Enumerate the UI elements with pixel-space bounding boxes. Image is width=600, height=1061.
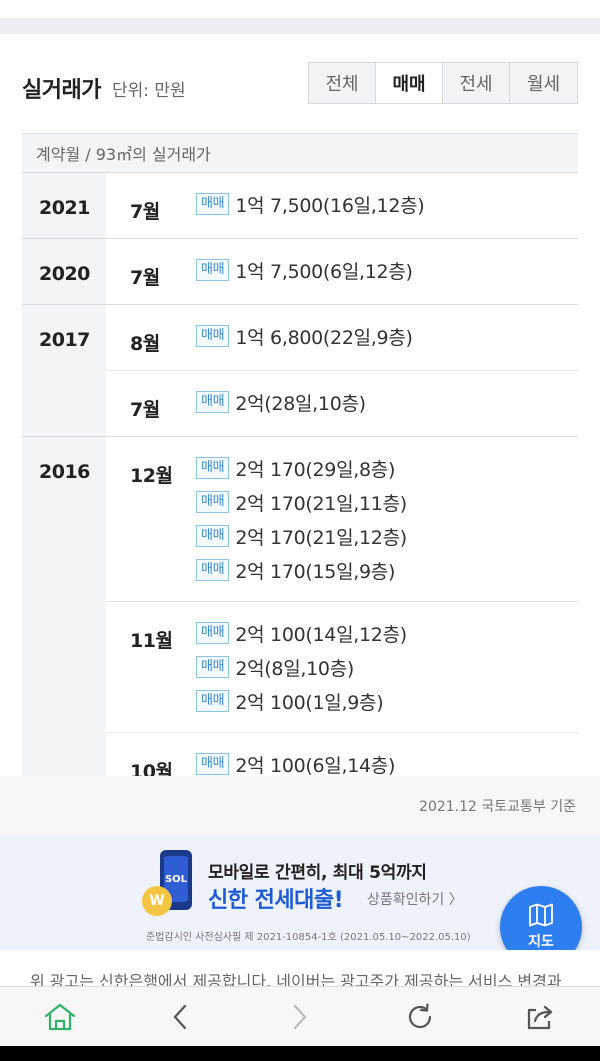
share-icon[interactable] — [522, 1001, 558, 1033]
table-body: 2021 7월 매매 1억 7,500(16일,12층) 2020 7월 매매 1억 7,50… — [22, 173, 578, 799]
trade-item: 매매 2억 100(1일,9층) — [196, 684, 578, 718]
year-group: 2016 12월 매매 2억 170(29일,8층) 매매 2억 170(21일,11층)… — [22, 437, 578, 799]
tab-sale[interactable]: 매매 — [376, 63, 443, 103]
ad-notice: 위 광고는 신한은행에서 제공합니다. 네이버는 광고주가 제공하는 서비스 변… — [0, 950, 600, 986]
month-row: 12월 매매 2억 170(29일,8층) 매매 2억 170(21일,11층) 매매 2억… — [106, 437, 578, 602]
trade-type-badge: 매매 — [196, 491, 230, 513]
section-header: 실거래가 단위: 만원 전체 매매 전세 월세 — [0, 58, 600, 108]
trade-price: 2억 100(6일,14층) — [235, 754, 396, 777]
month-cell: 7월 — [130, 267, 160, 289]
section-title: 실거래가 — [22, 78, 101, 103]
trade-type-badge: 매매 — [196, 622, 230, 644]
year-group: 2020 7월 매매 1억 7,500(6일,12층) — [22, 239, 578, 305]
back-icon[interactable] — [162, 1001, 198, 1033]
trade-type-badge: 매매 — [196, 457, 230, 479]
data-basis: 2021.12 국토교통부 기준 — [0, 776, 600, 834]
trade-type-badge: 매매 — [196, 391, 230, 413]
trade-item: 매매 2억 170(21일,11층) — [196, 485, 578, 519]
trade-price: 2억(28일,10층) — [235, 392, 366, 415]
trade-price: 2억 100(14일,12층) — [235, 623, 407, 646]
trade-type-badge: 매매 — [196, 753, 230, 775]
year-cell: 2021 — [22, 173, 106, 238]
ad-fine-print: 준법감시인 사전심사필 제 2021-10854-1호 (2021.05.10~… — [146, 932, 471, 943]
trade-price: 2억 170(21일,12층) — [235, 526, 407, 549]
trade-item: 매매 1억 7,500(6일,12층) — [196, 253, 578, 287]
year-cell: 2017 — [22, 305, 106, 436]
trade-price: 1억 7,500(16일,12층) — [235, 194, 425, 217]
trade-item: 매매 1억 7,500(16일,12층) — [196, 187, 578, 221]
basis-text: 2021.12 국토교통부 기준 — [419, 799, 576, 815]
trade-item: 매매 2억 170(15일,9층) — [196, 553, 578, 587]
map-icon — [529, 903, 553, 927]
year-group: 2021 7월 매매 1억 7,500(16일,12층) — [22, 173, 578, 239]
refresh-icon[interactable] — [402, 1001, 438, 1033]
trade-item: 매매 1억 6,800(22일,9층) — [196, 319, 578, 353]
year-cell: 2016 — [22, 437, 106, 798]
tab-monthly-rent[interactable]: 월세 — [510, 63, 577, 103]
ad-title: 신한 전세대출! — [208, 888, 344, 913]
system-bar — [0, 1046, 600, 1061]
map-button-label: 지도 — [528, 934, 554, 950]
month-cell: 7월 — [130, 201, 160, 223]
month-row: 11월 매매 2억 100(14일,12층) 매매 2억(8일,10층) 매매 2억 100… — [106, 602, 578, 733]
trade-price: 1억 7,500(6일,12층) — [235, 260, 413, 283]
trade-type-badge: 매매 — [196, 193, 230, 215]
price-table: 계약월 / 93㎡의 실거래가 2021 7월 매매 1억 7,500(16일,12층… — [22, 133, 578, 799]
month-cell: 12월 — [130, 465, 173, 487]
forward-icon — [282, 1001, 318, 1033]
trade-price: 2억 170(29일,8층) — [235, 458, 396, 481]
coin-icon: W — [142, 886, 172, 916]
notice-text: 위 광고는 신한은행에서 제공합니다. 네이버는 광고주가 제공하는 서비스 변… — [30, 972, 562, 986]
ad-product-link[interactable]: 상품확인하기 〉 — [367, 889, 463, 909]
trade-price: 2억 100(1일,9층) — [235, 691, 384, 714]
trade-item: 매매 2억(8일,10층) — [196, 650, 578, 684]
top-strip — [0, 0, 600, 36]
month-cell: 11월 — [130, 630, 173, 652]
trade-type-badge: 매매 — [196, 325, 230, 347]
trade-item: 매매 2억(28일,10층) — [196, 385, 578, 419]
tab-all[interactable]: 전체 — [309, 63, 376, 103]
tab-jeonse[interactable]: 전세 — [443, 63, 510, 103]
month-cell: 8월 — [130, 333, 160, 355]
month-cell: 7월 — [130, 399, 160, 421]
home-icon[interactable] — [42, 1001, 78, 1033]
browser-navbar — [0, 986, 600, 1046]
trade-price: 1억 6,800(22일,9층) — [235, 326, 413, 349]
top-divider — [0, 18, 600, 34]
trade-type-badge: 매매 — [196, 559, 230, 581]
table-header: 계약월 / 93㎡의 실거래가 — [22, 133, 578, 173]
year-group: 2017 8월 매매 1억 6,800(22일,9층) 7월 매매 2억(28일,10층) — [22, 305, 578, 437]
trade-type-badge: 매매 — [196, 690, 230, 712]
ad-headline: 모바일로 간편히, 최대 5억까지 — [208, 863, 427, 883]
trade-type-tabs: 전체 매매 전세 월세 — [308, 62, 578, 104]
month-row: 8월 매매 1억 6,800(22일,9층) — [106, 305, 578, 371]
trade-type-badge: 매매 — [196, 525, 230, 547]
unit-label: 단위: 만원 — [112, 81, 186, 101]
trade-item: 매매 2억 170(29일,8층) — [196, 451, 578, 485]
trade-price: 2억(8일,10층) — [235, 657, 354, 680]
month-row: 7월 매매 2억(28일,10층) — [106, 371, 578, 436]
trade-type-badge: 매매 — [196, 656, 230, 678]
month-row: 7월 매매 1억 7,500(16일,12층) — [106, 173, 578, 238]
trade-price: 2억 170(15일,9층) — [235, 560, 396, 583]
trade-item: 매매 2억 170(21일,12층) — [196, 519, 578, 553]
trade-item: 매매 2억 100(14일,12층) — [196, 616, 578, 650]
year-cell: 2020 — [22, 239, 106, 304]
trade-type-badge: 매매 — [196, 259, 230, 281]
month-row: 7월 매매 1억 7,500(6일,12층) — [106, 239, 578, 304]
trade-price: 2억 170(21일,11층) — [235, 492, 407, 515]
